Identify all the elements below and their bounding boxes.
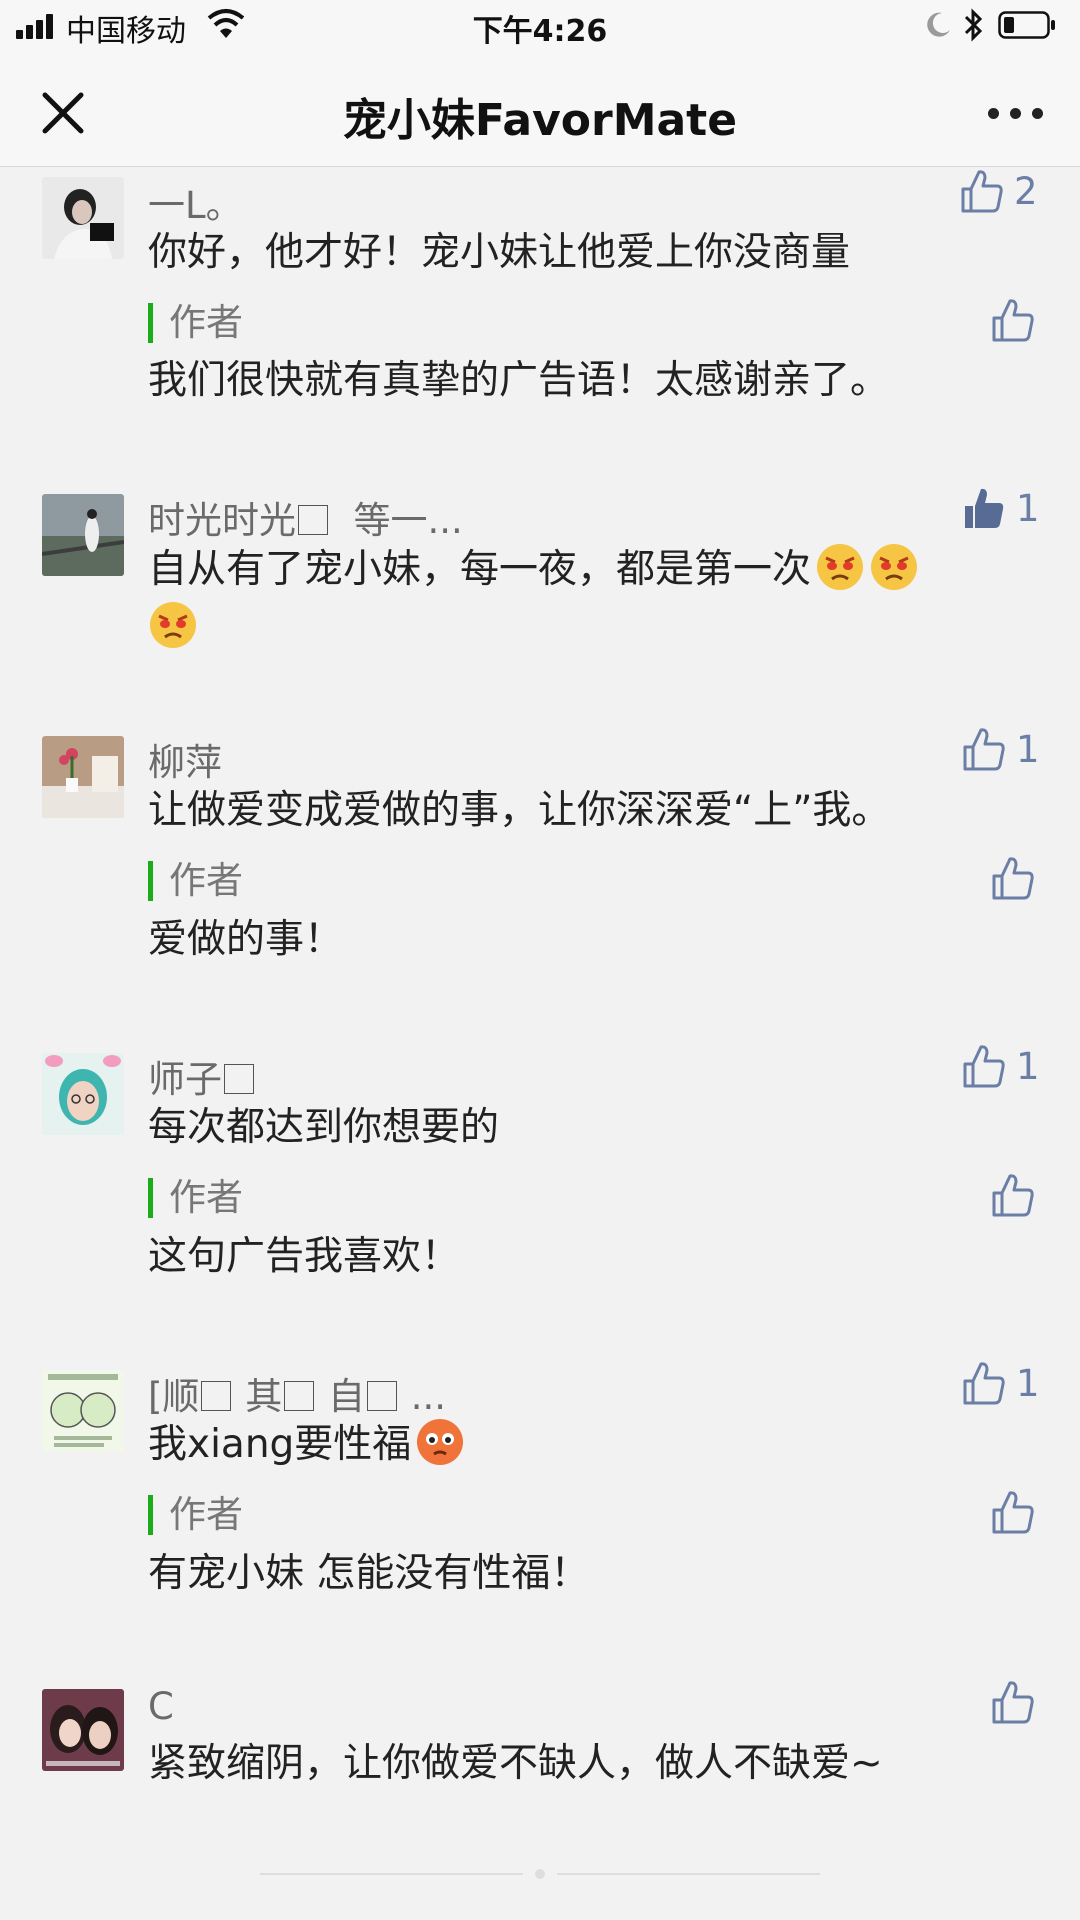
unsupported-emoji-box [284, 1381, 315, 1411]
nickname-text: 师子 [148, 1058, 222, 1101]
angry-face-emoji [871, 544, 918, 590]
more-icon[interactable] [986, 106, 1046, 122]
comment-nickname: 一L。 [148, 184, 243, 227]
thumbs-up-icon [992, 299, 1034, 342]
unsupported-emoji-box [366, 1381, 397, 1411]
comment-nickname: 师子 [148, 1049, 256, 1103]
nickname-truncated: ... [410, 1375, 447, 1418]
nav-bar: 宠小妹FavorMate [0, 56, 1080, 167]
thumbs-up-icon [992, 857, 1034, 900]
thumbs-up-icon [992, 1174, 1034, 1217]
comment-text: 每次都达到你想要的 [148, 1105, 500, 1150]
author-reply-label: 作者 [148, 303, 243, 343]
thumbs-up-icon [992, 1491, 1034, 1534]
comment-text-content: 自从有了宠小妹，每一夜，都是第一次 [148, 547, 812, 592]
thumbs-up-icon [992, 1681, 1034, 1724]
battery-icon [998, 11, 1055, 39]
comment-nickname: C [148, 1685, 174, 1728]
nickname-text: 自 [327, 1375, 365, 1418]
moon-icon [927, 12, 950, 37]
comment-text: 紧致缩阴，让你做爱不缺人，做人不缺爱~ [148, 1741, 883, 1786]
avatar[interactable] [42, 1053, 124, 1135]
bluetooth-icon [964, 8, 983, 42]
avatar[interactable] [42, 1370, 124, 1452]
thumbs-up-filled-icon [965, 488, 1004, 528]
comment-text: 你好，他才好！宠小妹让他爱上你没商量 [148, 230, 851, 275]
author-reply-label: 作者 [148, 1495, 243, 1535]
comment-nickname: 时光时光 等一... [148, 490, 463, 544]
author-reply-text: 有宠小妹 怎能没有性福！ [148, 1551, 590, 1596]
avatar[interactable] [42, 1689, 124, 1771]
author-reply-text: 我们很快就有真挚的广告语！太感谢亲了。 [148, 358, 890, 403]
angry-face-emoji [150, 602, 196, 648]
like-count: 1 [1016, 1362, 1040, 1405]
like-count: 1 [1016, 728, 1040, 771]
like-count: 1 [1016, 1045, 1040, 1088]
author-reply-label: 作者 [148, 861, 243, 901]
avatar[interactable] [42, 494, 124, 576]
clock: 下午4:26 [472, 14, 608, 49]
list-end-divider [557, 1873, 820, 1875]
page-title: 宠小妹FavorMate [342, 95, 738, 146]
comment-nickname: 柳萍 [148, 741, 222, 784]
comment-nickname: [顺 其 自 ... [148, 1366, 446, 1420]
status-bar: 中国移动 下午4:26 [0, 0, 1080, 56]
avatar[interactable] [42, 736, 124, 818]
like-count: 1 [1016, 487, 1040, 530]
comment-text: 自从有了宠小妹，每一夜，都是第一次 [148, 541, 1028, 657]
list-end-divider [260, 1873, 523, 1875]
nickname-text: 时光时光 [148, 499, 296, 542]
author-reply-text: 这句广告我喜欢！ [148, 1234, 461, 1279]
thumbs-up-icon [963, 1045, 1005, 1088]
list-end-dot [535, 1869, 545, 1879]
angry-face-emoji [817, 544, 864, 590]
comment-text-content: 我xiang要性福 [148, 1422, 412, 1467]
comment-text: 我xiang要性福 [148, 1416, 1028, 1474]
unsupported-emoji-box [298, 505, 328, 535]
author-reply-text: 爱做的事！ [148, 917, 344, 962]
thumbs-up-icon [961, 170, 1003, 213]
thumbs-up-icon [963, 1362, 1005, 1405]
thumbs-up-icon [963, 728, 1005, 771]
nickname-text: 其 [245, 1375, 283, 1418]
nickname-truncated: 等一... [353, 499, 463, 542]
comment-text: 让做爱变成爱做的事，让你深深爱“上”我。 [148, 788, 891, 833]
unsupported-emoji-box [224, 1064, 254, 1094]
nickname-text: [顺 [148, 1375, 200, 1418]
flushed-face-emoji [417, 1419, 464, 1465]
like-count: 2 [1014, 170, 1038, 213]
author-reply-label: 作者 [148, 1178, 243, 1218]
avatar[interactable] [42, 177, 124, 259]
unsupported-emoji-box [201, 1381, 232, 1411]
